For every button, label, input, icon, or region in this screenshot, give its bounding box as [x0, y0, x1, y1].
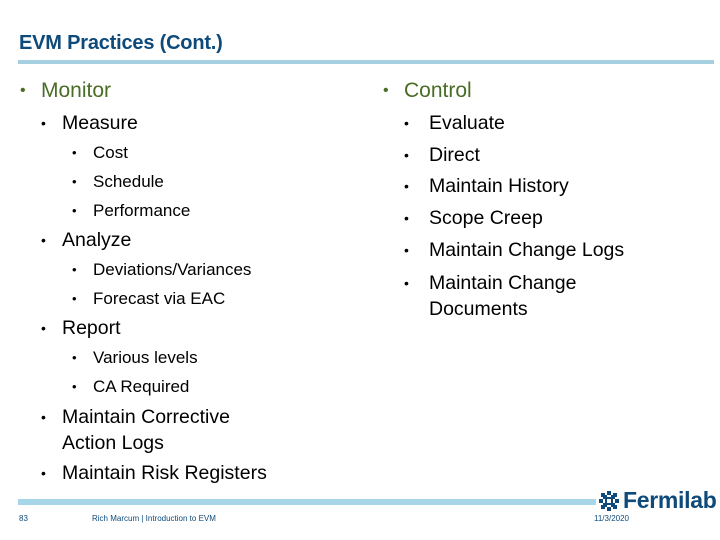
list-item: • Evaluate — [383, 108, 683, 140]
bullet-icon: • — [72, 203, 77, 218]
sub-item-label: Various levels — [93, 348, 198, 367]
sub-item-label: Forecast via EAC — [93, 289, 226, 308]
title-divider — [18, 60, 714, 64]
bullet-icon: • — [383, 82, 389, 99]
list-item: • Maintain History — [383, 171, 683, 203]
list-item-label: Maintain Change Logs — [429, 238, 625, 261]
sub-list-item: • Various levels — [20, 343, 350, 372]
bullet-icon: • — [41, 320, 46, 336]
footer-divider — [18, 499, 596, 505]
list-item: • Maintain Corrective Action Logs — [20, 401, 272, 458]
heading-text: Monitor — [41, 79, 112, 102]
sub-item-label: CA Required — [93, 377, 190, 396]
bullet-icon: • — [404, 210, 409, 227]
bullet-icon: • — [404, 146, 409, 163]
list-item-label: Analyze — [62, 229, 132, 251]
list-item-label: Maintain History — [429, 175, 569, 198]
control-column: • Control • Evaluate • Direct • Maintain His… — [383, 76, 683, 324]
bullet-icon: • — [404, 274, 409, 291]
sub-item-label: Performance — [93, 201, 191, 220]
list-item-label: Maintain Change Documents — [429, 271, 577, 320]
list-item: • Maintain Change Documents — [383, 267, 629, 324]
bullet-icon: • — [72, 379, 77, 394]
list-item: • Report — [20, 313, 350, 343]
list-item: • Measure — [20, 108, 350, 138]
control-heading: • Control — [383, 76, 683, 108]
page-number: 83 — [19, 514, 28, 523]
sub-list-item: • Schedule — [20, 167, 350, 196]
sub-list-item: • Deviations/Variances — [20, 255, 350, 284]
list-item-label: Maintain Corrective Action Logs — [62, 406, 230, 454]
bullet-icon: • — [72, 145, 77, 160]
list-item-label: Measure — [62, 112, 138, 134]
bullet-icon: • — [41, 465, 46, 481]
bullet-icon: • — [41, 115, 46, 131]
logo-text: Fermilab — [623, 487, 717, 513]
sub-item-label: Schedule — [93, 172, 164, 191]
sub-item-label: Deviations/Variances — [93, 260, 252, 279]
sub-list-item: • Performance — [20, 196, 350, 225]
list-item-label: Report — [62, 317, 121, 339]
list-item: • Maintain Change Logs — [383, 235, 683, 267]
list-item: • Direct — [383, 140, 683, 172]
bullet-icon: • — [20, 82, 26, 99]
bullet-icon: • — [72, 262, 77, 277]
monitor-heading: • Monitor — [20, 76, 350, 108]
bullet-icon: • — [72, 174, 77, 189]
fermilab-logo-icon — [599, 490, 619, 511]
list-item-label: Evaluate — [429, 112, 505, 134]
list-item: • Scope Creep — [383, 203, 683, 235]
bullet-icon: • — [72, 350, 77, 365]
monitor-column: • Monitor • Measure • Cost • Schedule • Perfo… — [20, 76, 350, 488]
bullet-icon: • — [41, 409, 46, 425]
fermilab-logo: Fermilab — [598, 487, 717, 514]
slide-title: EVM Practices (Cont.) — [19, 32, 223, 54]
sub-list-item: • Cost — [20, 138, 350, 167]
bullet-icon: • — [404, 241, 409, 258]
heading-text: Control — [404, 79, 472, 102]
list-item-label: Direct — [429, 143, 480, 166]
bullet-icon: • — [404, 115, 409, 131]
list-item-label: Maintain Risk Registers — [62, 462, 267, 484]
sub-list-item: • CA Required — [20, 372, 350, 401]
sub-item-label: Cost — [93, 143, 128, 162]
bullet-icon: • — [41, 232, 46, 248]
bullet-icon: • — [72, 291, 77, 306]
list-item-label: Scope Creep — [429, 207, 543, 230]
bullet-icon: • — [404, 178, 409, 195]
list-item: • Analyze — [20, 225, 350, 255]
footer-date: 11/3/2020 — [594, 514, 629, 523]
sub-list-item: • Forecast via EAC — [20, 284, 350, 313]
list-item: • Maintain Risk Registers — [20, 458, 350, 488]
footer-author-title: Rich Marcum | Introduction to EVM — [92, 514, 216, 523]
